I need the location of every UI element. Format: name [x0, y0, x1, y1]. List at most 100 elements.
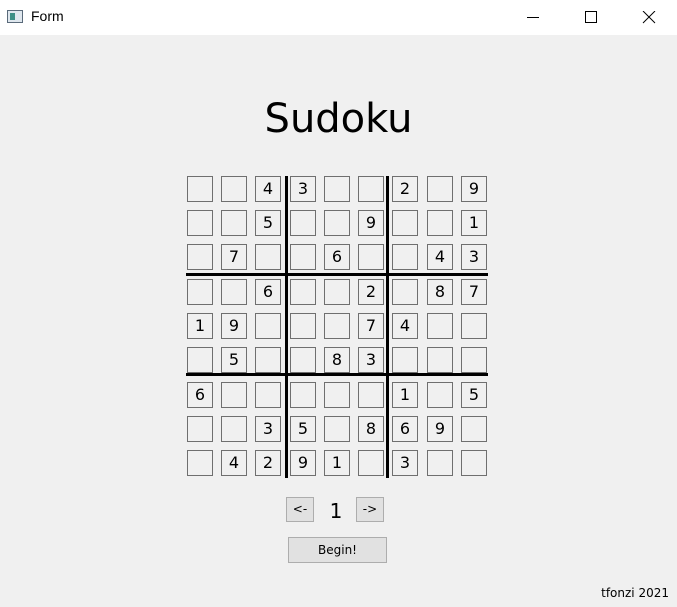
puzzle-number: 1	[329, 499, 343, 523]
sudoku-cell[interactable]	[427, 450, 453, 476]
sudoku-cell[interactable]: 8	[324, 347, 350, 373]
sudoku-cell[interactable]	[324, 279, 350, 305]
sudoku-cell[interactable]: 8	[427, 279, 453, 305]
sudoku-cell[interactable]: 3	[255, 416, 281, 442]
sudoku-cell[interactable]	[461, 416, 487, 442]
sudoku-cell[interactable]: 1	[187, 313, 213, 339]
maximize-button[interactable]	[562, 0, 620, 35]
sudoku-cell[interactable]: 3	[392, 450, 418, 476]
sudoku-cell[interactable]	[358, 176, 384, 202]
sudoku-cell[interactable]: 4	[255, 176, 281, 202]
box-divider-horizontal	[186, 273, 488, 276]
sudoku-cell[interactable]	[427, 313, 453, 339]
window-title: Form	[31, 8, 64, 24]
sudoku-cell[interactable]: 1	[461, 210, 487, 236]
sudoku-cell[interactable]	[324, 313, 350, 339]
sudoku-cell[interactable]	[221, 416, 247, 442]
sudoku-cell[interactable]	[221, 382, 247, 408]
sudoku-cell[interactable]	[221, 210, 247, 236]
sudoku-cell[interactable]	[427, 347, 453, 373]
sudoku-cell[interactable]: 6	[255, 279, 281, 305]
minimize-button[interactable]	[504, 0, 562, 35]
sudoku-cell[interactable]	[461, 450, 487, 476]
sudoku-cell[interactable]	[255, 382, 281, 408]
sudoku-cell[interactable]: 1	[324, 450, 350, 476]
sudoku-cell[interactable]: 7	[461, 279, 487, 305]
sudoku-cell[interactable]: 9	[461, 176, 487, 202]
box-divider-horizontal	[186, 373, 488, 376]
sudoku-cell[interactable]	[187, 176, 213, 202]
minimize-icon	[527, 17, 539, 18]
app-icon	[7, 10, 23, 23]
sudoku-cell[interactable]: 5	[255, 210, 281, 236]
sudoku-cell[interactable]: 8	[358, 416, 384, 442]
sudoku-cell[interactable]	[187, 210, 213, 236]
sudoku-cell[interactable]	[358, 450, 384, 476]
sudoku-cell[interactable]	[255, 244, 281, 270]
box-divider-vertical	[285, 176, 288, 478]
sudoku-cell[interactable]: 3	[358, 347, 384, 373]
sudoku-cell[interactable]: 4	[427, 244, 453, 270]
sudoku-cell[interactable]	[461, 313, 487, 339]
sudoku-cell[interactable]	[290, 347, 316, 373]
sudoku-cell[interactable]: 4	[221, 450, 247, 476]
sudoku-cell[interactable]	[358, 382, 384, 408]
sudoku-cell[interactable]	[358, 244, 384, 270]
sudoku-cell[interactable]	[461, 347, 487, 373]
sudoku-cell[interactable]: 3	[461, 244, 487, 270]
sudoku-cell[interactable]: 6	[392, 416, 418, 442]
sudoku-cell[interactable]	[187, 450, 213, 476]
sudoku-cell[interactable]	[427, 210, 453, 236]
previous-puzzle-button[interactable]: <-	[286, 497, 314, 522]
sudoku-cell[interactable]	[392, 210, 418, 236]
sudoku-cell[interactable]	[187, 244, 213, 270]
sudoku-cell[interactable]: 6	[324, 244, 350, 270]
sudoku-cell[interactable]	[324, 416, 350, 442]
maximize-icon	[585, 11, 597, 23]
sudoku-cell[interactable]	[324, 382, 350, 408]
sudoku-cell[interactable]	[427, 382, 453, 408]
sudoku-cell[interactable]	[255, 347, 281, 373]
begin-button[interactable]: Begin!	[288, 537, 387, 563]
page-title: Sudoku	[264, 96, 413, 142]
sudoku-cell[interactable]	[324, 210, 350, 236]
sudoku-cell[interactable]: 9	[290, 450, 316, 476]
sudoku-cell[interactable]	[427, 176, 453, 202]
author-credit: tfonzi 2021	[601, 586, 669, 600]
sudoku-cell[interactable]: 4	[392, 313, 418, 339]
sudoku-cell[interactable]	[290, 244, 316, 270]
sudoku-cell[interactable]	[221, 176, 247, 202]
sudoku-cell[interactable]: 3	[290, 176, 316, 202]
sudoku-cell[interactable]	[187, 347, 213, 373]
close-button[interactable]	[620, 0, 677, 35]
sudoku-cell[interactable]: 9	[427, 416, 453, 442]
title-bar: Form	[0, 0, 677, 35]
sudoku-cell[interactable]	[290, 382, 316, 408]
sudoku-cell[interactable]: 2	[358, 279, 384, 305]
sudoku-cell[interactable]: 2	[392, 176, 418, 202]
sudoku-cell[interactable]: 7	[358, 313, 384, 339]
sudoku-cell[interactable]: 2	[255, 450, 281, 476]
sudoku-cell[interactable]: 1	[392, 382, 418, 408]
sudoku-cell[interactable]: 9	[358, 210, 384, 236]
sudoku-cell[interactable]	[324, 176, 350, 202]
sudoku-cell[interactable]: 5	[221, 347, 247, 373]
sudoku-cell[interactable]	[255, 313, 281, 339]
sudoku-cell[interactable]: 7	[221, 244, 247, 270]
sudoku-cell[interactable]: 5	[290, 416, 316, 442]
sudoku-cell[interactable]: 9	[221, 313, 247, 339]
sudoku-cell[interactable]: 6	[187, 382, 213, 408]
sudoku-cell[interactable]	[392, 279, 418, 305]
sudoku-cell[interactable]	[187, 279, 213, 305]
next-puzzle-button[interactable]: ->	[356, 497, 384, 522]
box-divider-vertical	[386, 176, 389, 478]
sudoku-cell[interactable]	[290, 313, 316, 339]
sudoku-cell[interactable]	[290, 279, 316, 305]
sudoku-cell[interactable]	[221, 279, 247, 305]
close-icon	[642, 11, 656, 24]
sudoku-cell[interactable]	[187, 416, 213, 442]
sudoku-cell[interactable]	[392, 244, 418, 270]
sudoku-cell[interactable]	[290, 210, 316, 236]
sudoku-cell[interactable]	[392, 347, 418, 373]
sudoku-cell[interactable]: 5	[461, 382, 487, 408]
